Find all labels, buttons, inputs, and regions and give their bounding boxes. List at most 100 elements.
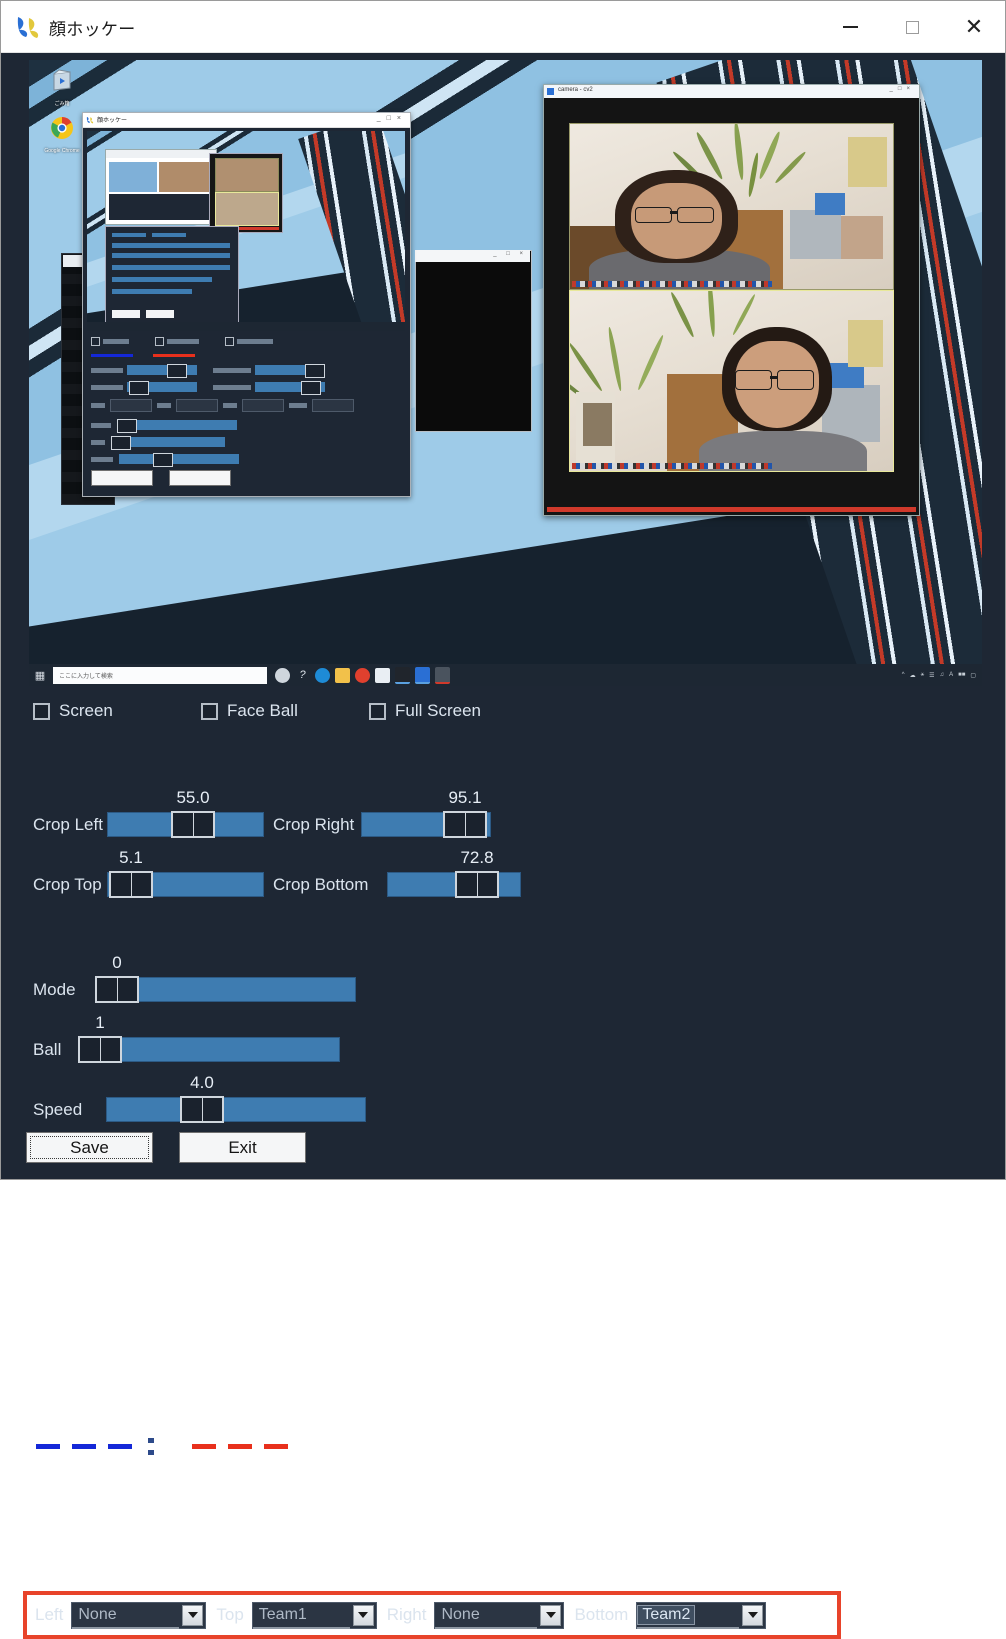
slider-crop-right-value: 95.1: [448, 788, 482, 807]
score-left-digit: [69, 1433, 99, 1459]
file-explorer-icon[interactable]: [335, 667, 350, 683]
nested-titlebar: 顔ホッケー _□×: [83, 113, 410, 128]
select-bottom-value: Team2: [637, 1605, 696, 1625]
taskbar-search-placeholder: ここに入力して検索: [59, 673, 113, 680]
nested-screen-preview: [87, 131, 405, 331]
select-top[interactable]: Team1: [251, 1601, 377, 1629]
score-separator: [141, 1433, 161, 1459]
desktop-icon-label: Google Chrome: [44, 148, 80, 154]
slider-mode[interactable]: 0: [95, 953, 356, 1003]
slider-crop-right[interactable]: 95.1: [361, 788, 491, 838]
checkbox-full-screen-box[interactable]: [369, 702, 386, 720]
nested-controls: [87, 333, 406, 492]
chrome-icon[interactable]: [355, 667, 370, 683]
window-title: 顔ホッケー: [49, 20, 136, 39]
tray-chevron-icon[interactable]: ^: [902, 672, 905, 678]
team-assignment-row: Left None Top Team1 Right None Bottom Te…: [23, 1591, 841, 1639]
desktop-icon-recycle-bin[interactable]: ごみ箱: [41, 68, 83, 107]
checkbox-screen-box[interactable]: [33, 702, 50, 720]
cortana-icon[interactable]: [275, 667, 290, 683]
video-overlay-bar: [572, 281, 773, 287]
slider-crop-top-label: Crop Top: [33, 874, 102, 894]
tray-volume-icon[interactable]: ♫: [940, 672, 945, 678]
select-top-label: Top: [216, 1605, 244, 1624]
maximize-button[interactable]: [881, 1, 943, 53]
desktop-icon-chrome[interactable]: Google Chrome: [41, 115, 83, 154]
chevron-down-icon[interactable]: [182, 1604, 204, 1626]
tray-onedrive-icon[interactable]: ☁: [910, 672, 916, 679]
screen-capture-preview[interactable]: ごみ箱 Google Chrome _ □ × 顔ホッケー _□× camera…: [29, 60, 982, 686]
slider-crop-bottom-label: Crop Bottom: [273, 874, 369, 894]
camera-window[interactable]: camera - cv2 _□×: [543, 84, 920, 516]
nested-window-controls[interactable]: _□×: [377, 115, 407, 122]
chevron-down-icon[interactable]: [742, 1604, 764, 1626]
taskbar-search-input[interactable]: ここに入力して検索: [53, 666, 267, 684]
taskbar[interactable]: ▦ ここに入力して検索 ? ^ ☁ ⚹ ☰ ♫ A ■■ ▢: [29, 664, 982, 686]
camera-icon: [547, 88, 554, 95]
slider-crop-top-value: 5.1: [119, 848, 143, 867]
camera-body: [544, 98, 919, 515]
black-window-titlebar: _ □ ×: [415, 250, 530, 262]
system-tray[interactable]: ^ ☁ ⚹ ☰ ♫ A ■■ ▢: [902, 672, 982, 679]
taskbar-pinned-apps: ?: [275, 666, 450, 684]
desktop-icon-label: ごみ箱: [54, 101, 70, 107]
video-overlay-bar: [572, 463, 773, 469]
slider-crop-left-label: Crop Left: [33, 814, 103, 834]
chevron-down-icon[interactable]: [540, 1604, 562, 1626]
score-right-digit: [189, 1433, 219, 1459]
checkbox-screen[interactable]: Screen: [33, 701, 201, 721]
checkbox-screen-label: Screen: [59, 701, 113, 720]
select-bottom[interactable]: Team2: [636, 1601, 767, 1629]
slider-crop-bottom[interactable]: 72.8: [387, 848, 521, 898]
active-window-icon[interactable]: [435, 666, 450, 684]
nested-app-window[interactable]: 顔ホッケー _□×: [82, 112, 411, 497]
window-controls: ✕: [819, 1, 1005, 53]
nested-window-title: 顔ホッケー: [97, 118, 128, 124]
slider-crop-left-value: 55.0: [176, 788, 210, 807]
app-icon: [17, 17, 39, 38]
select-right-value: None: [441, 1606, 480, 1623]
save-button[interactable]: Save: [26, 1132, 153, 1163]
chevron-down-icon[interactable]: [352, 1604, 374, 1626]
exit-button[interactable]: Exit: [179, 1132, 306, 1163]
start-icon[interactable]: ▦: [29, 664, 51, 686]
select-left-label: Left: [35, 1605, 64, 1624]
select-top-value: Team1: [258, 1606, 307, 1623]
help-icon[interactable]: ?: [295, 668, 310, 683]
slider-ball[interactable]: 1: [78, 1013, 340, 1063]
slider-crop-left[interactable]: 55.0: [107, 788, 264, 838]
app-icon: [86, 116, 94, 124]
slider-crop-top[interactable]: 5.1: [107, 848, 264, 898]
app-window-icon[interactable]: [415, 666, 430, 684]
select-left-value: None: [78, 1606, 117, 1623]
checkbox-face-ball-label: Face Ball: [227, 701, 298, 720]
tray-notifications-icon[interactable]: ▢: [970, 672, 976, 679]
checkbox-full-screen-label: Full Screen: [395, 701, 481, 720]
black-window[interactable]: [415, 250, 532, 432]
score-left-digit: [33, 1433, 63, 1459]
minimize-button[interactable]: [819, 1, 881, 53]
checkbox-face-ball[interactable]: Face Ball: [201, 701, 369, 721]
close-button[interactable]: ✕: [943, 1, 1005, 53]
edge-icon[interactable]: [315, 667, 330, 683]
tray-bluetooth-icon[interactable]: ⚹: [921, 672, 925, 679]
checkbox-full-screen[interactable]: Full Screen: [369, 701, 481, 721]
select-left[interactable]: None: [71, 1601, 207, 1629]
video-feed-bottom: [569, 290, 894, 472]
tray-ime-icon[interactable]: A: [949, 672, 953, 678]
score-right-digit: [261, 1433, 291, 1459]
tray-network-icon[interactable]: ☰: [929, 672, 934, 679]
terminal-icon[interactable]: [395, 666, 410, 684]
slider-mode-label: Mode: [33, 979, 76, 999]
exit-button-label: Exit: [228, 1137, 257, 1157]
score-left-digit: [105, 1433, 135, 1459]
slider-mode-value: 0: [112, 953, 122, 972]
document-icon[interactable]: [375, 667, 390, 683]
slider-speed[interactable]: 4.0: [106, 1073, 366, 1123]
checkbox-face-ball-box[interactable]: [201, 702, 218, 720]
video-feed-top: [569, 123, 894, 290]
tray-clock[interactable]: ■■: [958, 672, 965, 678]
recycle-bin-icon: [53, 69, 71, 91]
select-right[interactable]: None: [434, 1601, 565, 1629]
slider-ball-label: Ball: [33, 1039, 62, 1059]
